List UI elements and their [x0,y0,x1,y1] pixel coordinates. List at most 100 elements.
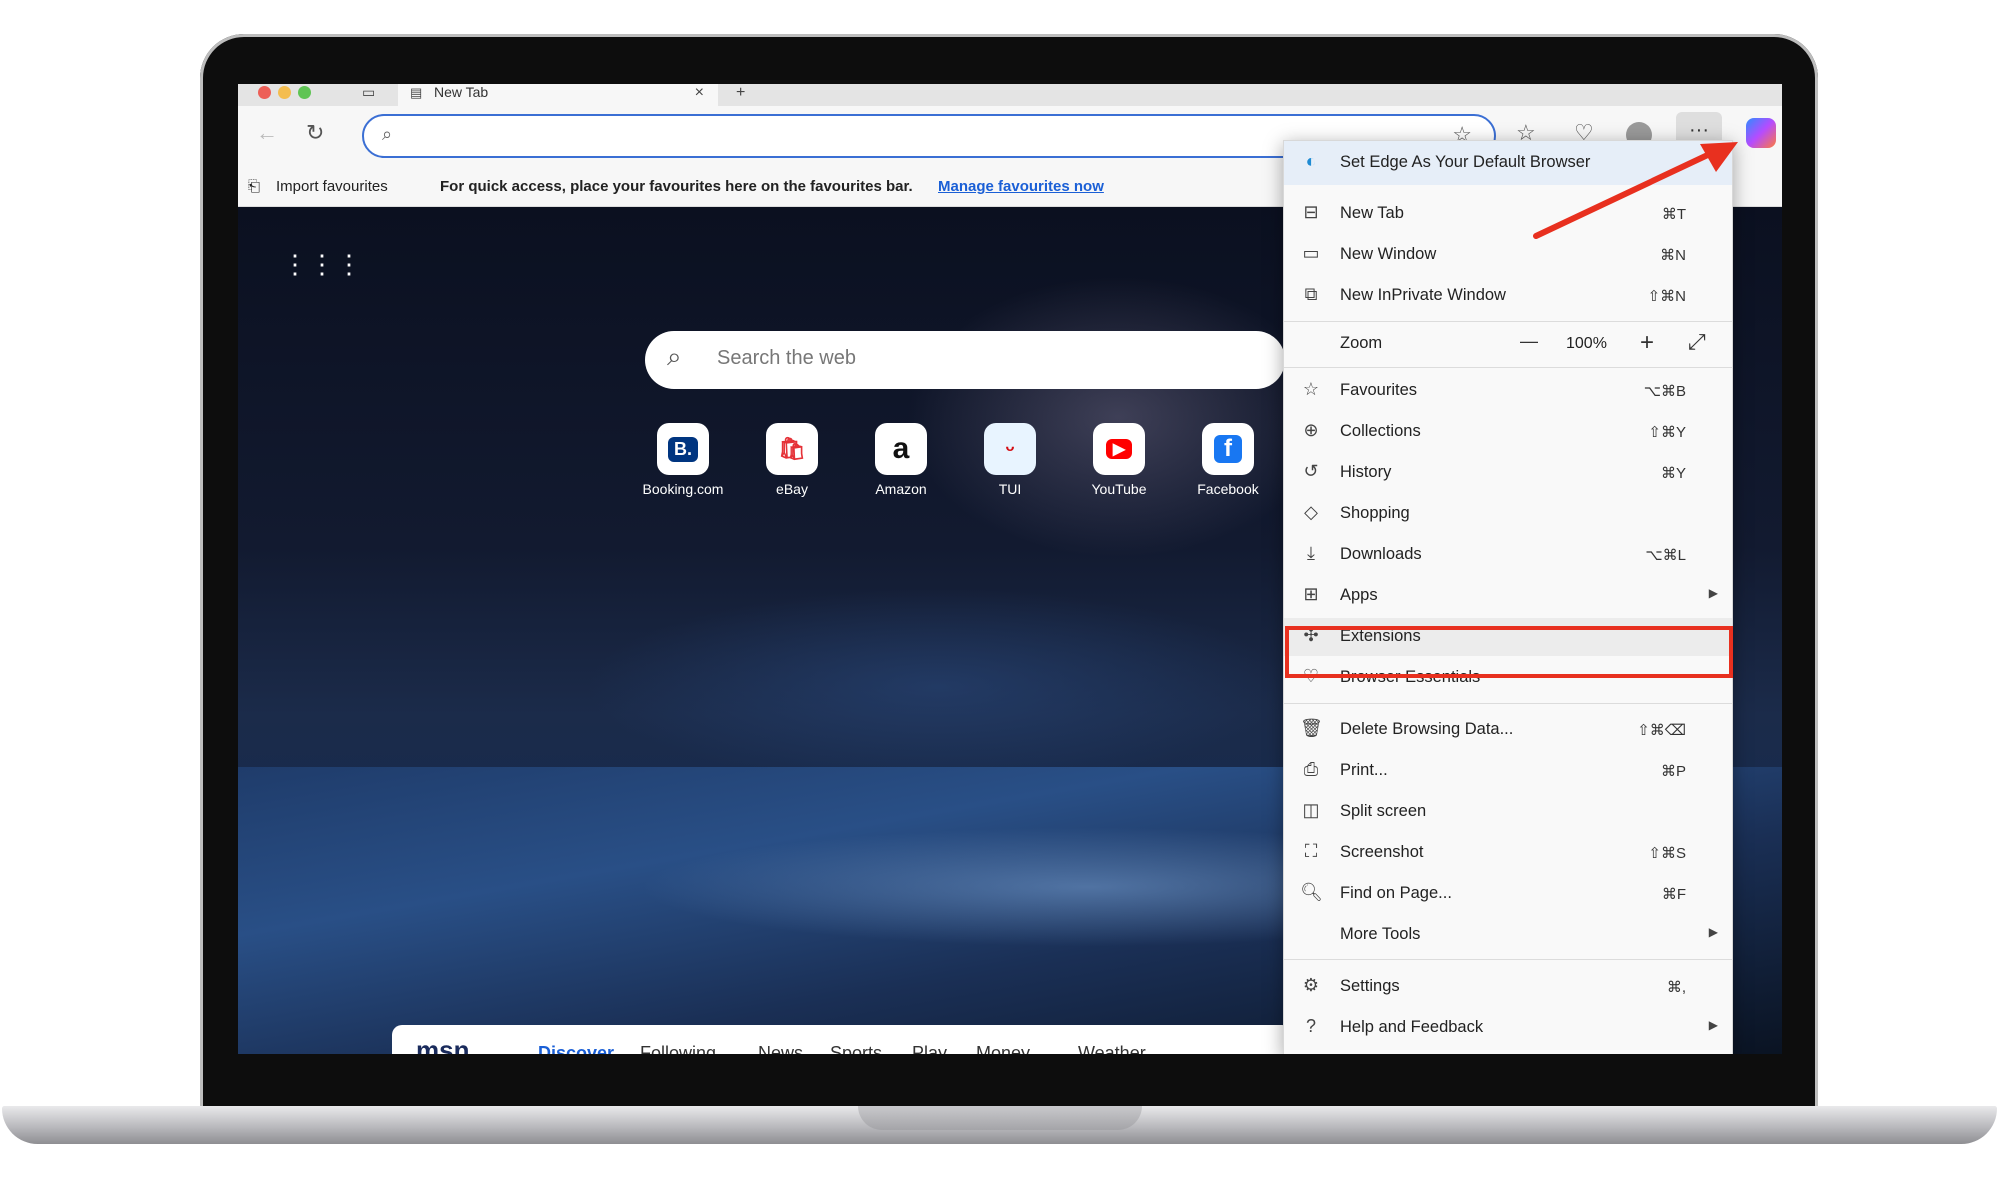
menu-item-label: Shopping [1340,504,1410,522]
search-placeholder: Search the web [717,347,856,369]
msn-tab-money[interactable]: Money [976,1043,1030,1054]
msn-tab-play[interactable]: Play [912,1043,947,1054]
menu-item-print[interactable]: ⎙ Print... ⌘P [1284,752,1732,790]
quick-link-label: YouTube [1091,481,1147,497]
msn-tab-discover[interactable]: Discover [538,1043,614,1054]
menu-divider [1284,703,1732,704]
msn-feed-bar: msn Discover Following News Sports Play … [392,1025,1292,1054]
new-tab-icon: ⊟ [1303,202,1319,222]
quick-link-facebook[interactable]: f Facebook [1173,423,1283,497]
msn-tab-following[interactable]: Following [640,1043,716,1054]
menu-item-collections[interactable]: ⊕ Collections ⇧⌘Y [1284,413,1732,451]
menu-item-split-screen[interactable]: ◫ Split screen [1284,793,1732,831]
edge-logo-icon: ◐ [1305,151,1317,171]
msn-more-button[interactable]: ... [1218,1043,1233,1054]
quick-link-youtube[interactable]: ▶ YouTube [1064,423,1174,497]
quick-link-amazon[interactable]: a Amazon [846,423,956,497]
msn-tab-weather[interactable]: Weather [1078,1043,1146,1054]
menu-item-find-on-page[interactable]: 🔍︎ Find on Page... ⌘F [1284,875,1732,913]
search-icon: ⌕ [667,341,682,371]
menu-item-favourites[interactable]: ☆ Favourites ⌥⌘B [1284,372,1732,410]
tab-new-tab[interactable]: ▤ New Tab × [398,84,718,106]
menu-item-label: Downloads [1340,545,1422,563]
laptop-notch [858,1106,1142,1130]
zoom-label: Zoom [1340,334,1383,352]
menu-divider [1284,321,1732,322]
menu-item-help-and-feedback[interactable]: ? Help and Feedback ▶ [1284,1009,1732,1047]
menu-item-shortcut: ⌘F [1661,886,1686,903]
sidebar-toggle-icon[interactable]: ▭ [362,84,375,101]
reload-icon[interactable]: ↻ [306,120,324,146]
menu-item-label: Collections [1340,422,1421,440]
menu-item-label: Settings [1340,977,1400,995]
new-tab-button[interactable]: + [736,84,745,102]
web-search-box[interactable]: ⌕ Search the web [645,331,1285,389]
menu-item-shortcut: ⌘N [1660,247,1686,264]
msn-tab-news[interactable]: News [758,1043,803,1054]
menu-item-shortcut: ⌘, [1666,979,1686,996]
msn-tab-sports[interactable]: Sports [830,1043,882,1054]
menu-item-label: Find on Page... [1340,884,1452,902]
copilot-icon[interactable] [1746,118,1776,148]
downloads-icon: ⤓ [1307,543,1315,563]
menu-item-label: Screenshot [1340,843,1424,861]
manage-favourites-link[interactable]: Manage favourites now [938,178,1104,195]
menu-item-new-inprivate-window[interactable]: ⧉ New InPrivate Window ⇧⌘N [1284,277,1732,315]
menu-item-shortcut: ⌥⌘L [1645,547,1686,564]
window-minimize-button[interactable] [278,86,291,99]
window-zoom-button[interactable] [298,86,311,99]
window-close-button[interactable] [258,86,271,99]
menu-item-screenshot[interactable]: ⛶ Screenshot ⇧⌘S [1284,834,1732,872]
youtube-logo-icon: ▶ [1105,439,1133,459]
menu-item-history[interactable]: ↺ History ⌘Y [1284,454,1732,492]
amazon-logo-icon: a [892,432,910,465]
new-window-icon: ▭ [1302,243,1320,263]
quick-link-tui[interactable]: ᵕ TUI [955,423,1065,497]
tab-close-icon[interactable]: × [695,84,704,102]
import-favourites-icon[interactable]: ⎗ [248,178,260,195]
menu-item-settings[interactable]: ⚙ Settings ⌘, [1284,968,1732,1006]
menu-item-shortcut: ⇧⌘S [1648,845,1686,862]
annotation-arrow-icon [1533,142,1738,239]
quick-link-ebay[interactable]: 🛍 eBay [737,423,847,497]
menu-item-shortcut: ⇧⌘⌫ [1637,722,1686,739]
menu-item-label: Apps [1340,586,1378,604]
quick-link-label: Booking.com [642,481,724,497]
menu-item-label: Favourites [1340,381,1418,399]
back-icon[interactable]: ← [256,120,278,146]
settings-and-more-menu: ◐ Set Edge As Your Default Browser ⊟ New… [1283,140,1733,1054]
favourites-bar-hint: For quick access, place your favourites … [440,178,913,195]
menu-item-delete-browsing-data[interactable]: 🗑 Delete Browsing Data... ⇧⌘⌫ [1284,711,1732,749]
submenu-arrow-icon: ▶ [1708,586,1718,600]
menu-item-downloads[interactable]: ⤓ Downloads ⌥⌘L [1284,536,1732,574]
menu-item-label: Delete Browsing Data... [1340,720,1514,738]
import-favourites-link[interactable]: Import favourites [276,178,388,195]
collections-icon: ⊕ [1303,420,1319,440]
quick-link-booking[interactable]: B. Booking.com [628,423,738,497]
tab-page-icon: ▤ [410,85,423,100]
menu-item-shortcut: ⌥⌘B [1643,383,1686,400]
menu-item-shortcut: ⌘Y [1660,465,1686,482]
menu-item-label: Print... [1340,761,1388,779]
history-icon: ↺ [1303,461,1319,481]
shopping-icon: ◇ [1304,502,1318,522]
menu-item-shortcut: ⇧⌘Y [1648,424,1686,441]
zoom-level: 100% [1566,335,1607,352]
apps-launcher-icon[interactable]: ⋮⋮⋮ [282,251,363,277]
submenu-arrow-icon: ▶ [1708,1018,1718,1032]
zoom-in-button[interactable]: + [1640,329,1654,357]
menu-item-shopping[interactable]: ◇ Shopping [1284,495,1732,533]
menu-item-more-tools[interactable]: More Tools ▶ [1284,916,1732,954]
menu-item-shortcut: ⌘P [1660,763,1686,780]
help-icon: ? [1305,1016,1316,1036]
facebook-logo-icon: f [1214,435,1242,463]
zoom-out-button[interactable]: — [1520,331,1538,352]
msn-logo: msn [416,1035,470,1054]
apps-icon: ⊞ [1303,584,1319,604]
menu-item-apps[interactable]: ⊞ Apps ▶ [1284,577,1732,615]
submenu-arrow-icon: ▶ [1708,925,1718,939]
address-search-icon: ⌕ [382,124,393,144]
settings-icon: ⚙ [1302,975,1320,995]
menu-item-label: New Tab [1340,204,1404,222]
fullscreen-icon[interactable]: ⤢ [1688,329,1706,355]
